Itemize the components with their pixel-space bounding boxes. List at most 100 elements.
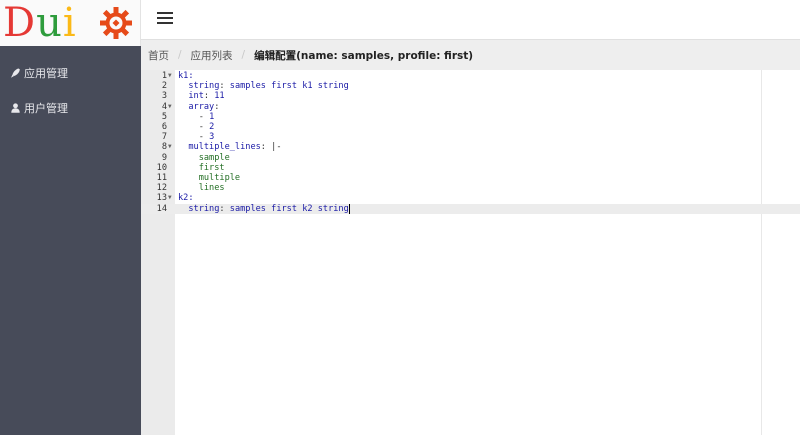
line-number: 13 bbox=[156, 193, 167, 204]
breadcrumb-home[interactable]: 首页 bbox=[148, 48, 169, 63]
code-text: string: samples first k1 string bbox=[178, 81, 349, 92]
editor-line[interactable]: 8 ▼ multiple_lines: |- bbox=[141, 142, 800, 152]
code-token: samples first k1 string bbox=[229, 81, 349, 92]
code-token: - bbox=[198, 132, 210, 143]
breadcrumb-app-list[interactable]: 应用列表 bbox=[191, 48, 233, 63]
code-text: k2: bbox=[178, 193, 194, 203]
sidebar-nav: 应用管理 用户管理 bbox=[0, 55, 141, 125]
logo-letter-d: D bbox=[3, 0, 37, 46]
fold-toggle-icon[interactable]: ▼ bbox=[168, 71, 172, 81]
rocket-icon bbox=[10, 67, 20, 79]
breadcrumb-separator: / bbox=[241, 49, 246, 61]
logo-letter-i: i bbox=[62, 0, 77, 46]
code-token: samples first k2 string bbox=[229, 203, 349, 214]
code-token: sample bbox=[198, 152, 230, 163]
code-token: multiple_lines bbox=[188, 142, 261, 153]
editor-line[interactable]: 4 ▼ array: bbox=[141, 102, 800, 112]
editor-line[interactable]: 12 lines bbox=[141, 183, 800, 193]
editor-line[interactable]: 10 first bbox=[141, 163, 800, 173]
code-token: int bbox=[188, 91, 204, 102]
code-token: |- bbox=[271, 142, 282, 153]
sidebar-item-label: 应用管理 bbox=[24, 66, 68, 80]
sidebar-item-app-management[interactable]: 应用管理 bbox=[0, 55, 141, 90]
editor-line[interactable]: 5 - 1 bbox=[141, 112, 800, 122]
sidebar: Dui 应用管理 用户管理 bbox=[0, 0, 141, 435]
sidebar-item-label: 用户管理 bbox=[24, 101, 68, 115]
code-text: multiple bbox=[178, 173, 240, 183]
code-text: - 2 bbox=[178, 122, 215, 132]
line-number: 14 bbox=[156, 203, 167, 214]
code-token: string bbox=[188, 203, 220, 214]
breadcrumb-current: 编辑配置(name: samples, profile: first) bbox=[254, 49, 474, 62]
line-number: 12 bbox=[156, 183, 167, 194]
logo-letter-u: u bbox=[36, 0, 63, 46]
code-token: : bbox=[214, 101, 220, 112]
code-token: - bbox=[198, 122, 210, 132]
line-number: 6 bbox=[161, 122, 167, 132]
line-number: 9 bbox=[161, 152, 167, 163]
code-token: : bbox=[203, 91, 215, 102]
fold-toggle-icon[interactable]: ▼ bbox=[168, 142, 172, 152]
editor-line[interactable]: 11 multiple bbox=[141, 173, 800, 183]
text-cursor bbox=[348, 203, 350, 214]
logo[interactable]: Dui bbox=[0, 0, 141, 46]
code-text: - 1 bbox=[178, 111, 215, 122]
line-number: 3 bbox=[161, 91, 167, 102]
code-token: string bbox=[188, 81, 220, 92]
line-number: 4 bbox=[161, 101, 167, 112]
fold-toggle-icon[interactable]: ▼ bbox=[168, 102, 172, 112]
sidebar-item-user-management[interactable]: 用户管理 bbox=[0, 90, 141, 125]
code-text: - 3 bbox=[178, 132, 215, 143]
logo-text: Dui bbox=[3, 0, 77, 46]
code-text: string: samples first k2 string bbox=[178, 203, 350, 214]
editor-line[interactable]: 6 - 2 bbox=[141, 122, 800, 132]
code-token: lines bbox=[198, 183, 225, 194]
code-text: sample bbox=[178, 153, 230, 163]
editor-line[interactable]: 3 int: 11 bbox=[141, 91, 800, 101]
editor-line[interactable]: 14 string: samples first k2 string bbox=[141, 203, 800, 214]
line-number: 8 bbox=[161, 142, 167, 153]
code-editor[interactable]: 1 ▼ k1: 2 string: samples first k1 string 3 … bbox=[141, 70, 800, 435]
code-token: 2 bbox=[209, 122, 215, 132]
user-icon bbox=[10, 102, 20, 114]
code-text: multiple_lines: |- bbox=[178, 142, 282, 153]
gear-icon bbox=[100, 7, 132, 39]
code-text: array: bbox=[178, 102, 219, 112]
menu-toggle-icon[interactable] bbox=[157, 12, 173, 26]
editor-line[interactable]: 2 string: samples first k1 string bbox=[141, 81, 800, 91]
code-token: k2: bbox=[178, 193, 194, 204]
editor-line[interactable]: 9 sample bbox=[141, 153, 800, 163]
code-token: 1 bbox=[209, 111, 215, 122]
code-text: int: 11 bbox=[178, 91, 225, 102]
editor-line[interactable]: 7 - 3 bbox=[141, 132, 800, 142]
line-number: 10 bbox=[156, 162, 167, 173]
code-text: first bbox=[178, 163, 225, 173]
code-token: - bbox=[198, 111, 210, 122]
code-text: k1: bbox=[178, 71, 194, 81]
code-token: : bbox=[219, 81, 230, 92]
code-text: lines bbox=[178, 183, 225, 193]
line-number: 1 bbox=[161, 71, 167, 81]
code-token: 3 bbox=[209, 132, 215, 143]
editor-line[interactable]: 13 ▼ k2: bbox=[141, 193, 800, 203]
code-token: 11 bbox=[214, 91, 225, 102]
fold-toggle-icon[interactable]: ▼ bbox=[168, 193, 172, 203]
line-number: 11 bbox=[156, 173, 167, 183]
top-header bbox=[141, 0, 800, 40]
code-token: array bbox=[188, 101, 215, 112]
breadcrumb: 首页 / 应用列表 / 编辑配置(name: samples, profile:… bbox=[141, 40, 800, 70]
editor-line[interactable]: 1 ▼ k1: bbox=[141, 71, 800, 81]
line-number: 2 bbox=[161, 81, 167, 92]
code-token: : bbox=[260, 142, 272, 153]
code-token: first bbox=[198, 162, 225, 173]
